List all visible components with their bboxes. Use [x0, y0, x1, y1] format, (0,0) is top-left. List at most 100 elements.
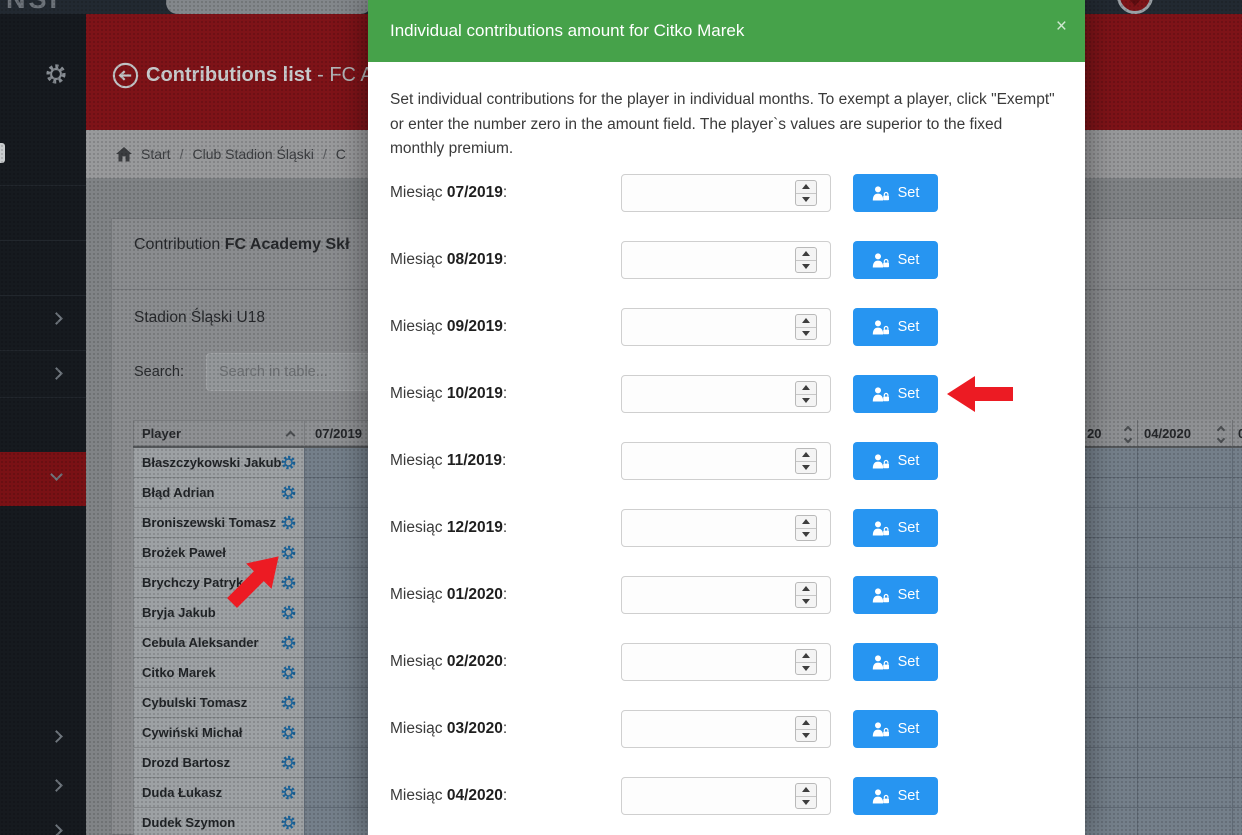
month-amount-cell[interactable]	[1085, 808, 1137, 835]
month-amount-cell[interactable]	[1085, 748, 1137, 778]
column-header-month[interactable]: 0	[1232, 420, 1242, 446]
month-amount-cell[interactable]	[1137, 448, 1232, 478]
month-amount-cell[interactable]	[1232, 508, 1242, 538]
spinner-down-icon[interactable]	[796, 730, 816, 742]
player-settings-gear-icon[interactable]	[280, 724, 297, 741]
back-icon[interactable]	[112, 62, 139, 89]
player-settings-gear-icon[interactable]	[280, 694, 297, 711]
month-amount-cell[interactable]	[1232, 718, 1242, 748]
spinner-up-icon[interactable]	[796, 650, 816, 663]
month-amount-cell[interactable]	[1085, 598, 1137, 628]
number-spinner[interactable]	[795, 247, 817, 273]
month-amount-cell[interactable]	[1085, 688, 1137, 718]
spinner-up-icon[interactable]	[796, 181, 816, 194]
month-amount-cell[interactable]	[304, 568, 368, 598]
spinner-down-icon[interactable]	[796, 395, 816, 407]
amount-input[interactable]	[621, 710, 831, 748]
number-spinner[interactable]	[795, 716, 817, 742]
player-settings-gear-icon[interactable]	[280, 454, 297, 471]
month-amount-cell[interactable]	[1137, 568, 1232, 598]
month-amount-cell[interactable]	[1232, 748, 1242, 778]
month-amount-cell[interactable]	[304, 508, 368, 538]
month-amount-cell[interactable]	[1232, 448, 1242, 478]
month-amount-cell[interactable]	[1232, 568, 1242, 598]
number-spinner[interactable]	[795, 180, 817, 206]
month-amount-cell[interactable]	[304, 808, 368, 835]
column-header-month[interactable]: 20	[1085, 420, 1137, 446]
month-amount-cell[interactable]	[304, 538, 368, 568]
month-amount-cell[interactable]	[1137, 538, 1232, 568]
gear-icon[interactable]	[44, 62, 68, 86]
month-amount-cell[interactable]	[1137, 598, 1232, 628]
month-amount-cell[interactable]	[1137, 808, 1232, 835]
month-amount-cell[interactable]	[1232, 688, 1242, 718]
amount-input[interactable]	[621, 777, 831, 815]
sidebar-item-expand-icon[interactable]	[50, 779, 63, 792]
month-amount-cell[interactable]	[1085, 658, 1137, 688]
month-amount-cell[interactable]	[304, 478, 368, 508]
amount-input[interactable]	[621, 442, 831, 480]
month-amount-cell[interactable]	[304, 658, 368, 688]
column-header-player[interactable]: Player	[133, 420, 304, 446]
month-amount-cell[interactable]	[304, 718, 368, 748]
number-spinner[interactable]	[795, 314, 817, 340]
month-amount-cell[interactable]	[1232, 658, 1242, 688]
month-amount-cell[interactable]	[1137, 658, 1232, 688]
month-amount-cell[interactable]	[1232, 778, 1242, 808]
app-logo[interactable]: NSI	[6, 0, 176, 14]
player-settings-gear-icon[interactable]	[280, 484, 297, 501]
month-amount-cell[interactable]	[1232, 598, 1242, 628]
set-button[interactable]: Set	[853, 643, 938, 681]
number-spinner[interactable]	[795, 381, 817, 407]
amount-input[interactable]	[621, 509, 831, 547]
sidebar-item-expand-icon[interactable]	[50, 367, 63, 380]
player-settings-gear-icon[interactable]	[280, 784, 297, 801]
column-header-month[interactable]: 07/2019	[304, 420, 368, 446]
spinner-up-icon[interactable]	[796, 449, 816, 462]
spinner-down-icon[interactable]	[796, 596, 816, 608]
close-icon[interactable]: ×	[1056, 17, 1067, 36]
amount-input[interactable]	[621, 375, 831, 413]
month-amount-cell[interactable]	[1137, 688, 1232, 718]
month-amount-cell[interactable]	[304, 448, 368, 478]
spinner-down-icon[interactable]	[796, 261, 816, 273]
player-settings-gear-icon[interactable]	[280, 634, 297, 651]
amount-input[interactable]	[621, 241, 831, 279]
amount-input[interactable]	[621, 308, 831, 346]
month-amount-cell[interactable]	[304, 778, 368, 808]
home-icon[interactable]	[116, 147, 132, 162]
month-amount-cell[interactable]	[1085, 478, 1137, 508]
amount-input[interactable]	[621, 643, 831, 681]
sidebar-item-active[interactable]	[0, 452, 86, 506]
month-amount-cell[interactable]	[1137, 628, 1232, 658]
player-settings-gear-icon[interactable]	[280, 514, 297, 531]
spinner-down-icon[interactable]	[796, 462, 816, 474]
month-amount-cell[interactable]	[1085, 538, 1137, 568]
month-amount-cell[interactable]	[1137, 508, 1232, 538]
month-amount-cell[interactable]	[304, 748, 368, 778]
player-settings-gear-icon[interactable]	[280, 754, 297, 771]
number-spinner[interactable]	[795, 649, 817, 675]
month-amount-cell[interactable]	[1085, 508, 1137, 538]
month-amount-cell[interactable]	[1085, 718, 1137, 748]
month-amount-cell[interactable]	[1085, 448, 1137, 478]
month-amount-cell[interactable]	[1232, 628, 1242, 658]
player-settings-gear-icon[interactable]	[280, 664, 297, 681]
sidebar-item-expand-icon[interactable]	[50, 312, 63, 325]
set-button[interactable]: Set	[853, 442, 938, 480]
spinner-up-icon[interactable]	[796, 583, 816, 596]
spinner-up-icon[interactable]	[796, 315, 816, 328]
breadcrumb-item-start[interactable]: Start	[141, 146, 171, 162]
global-search-input[interactable]	[166, 0, 372, 14]
spinner-up-icon[interactable]	[796, 784, 816, 797]
month-amount-cell[interactable]	[1085, 568, 1137, 598]
spinner-up-icon[interactable]	[796, 516, 816, 529]
month-amount-cell[interactable]	[1137, 718, 1232, 748]
spinner-down-icon[interactable]	[796, 194, 816, 206]
number-spinner[interactable]	[795, 515, 817, 541]
spinner-down-icon[interactable]	[796, 797, 816, 809]
sidebar-item-expand-icon[interactable]	[50, 824, 63, 835]
spinner-up-icon[interactable]	[796, 717, 816, 730]
spinner-down-icon[interactable]	[796, 663, 816, 675]
month-amount-cell[interactable]	[1137, 748, 1232, 778]
